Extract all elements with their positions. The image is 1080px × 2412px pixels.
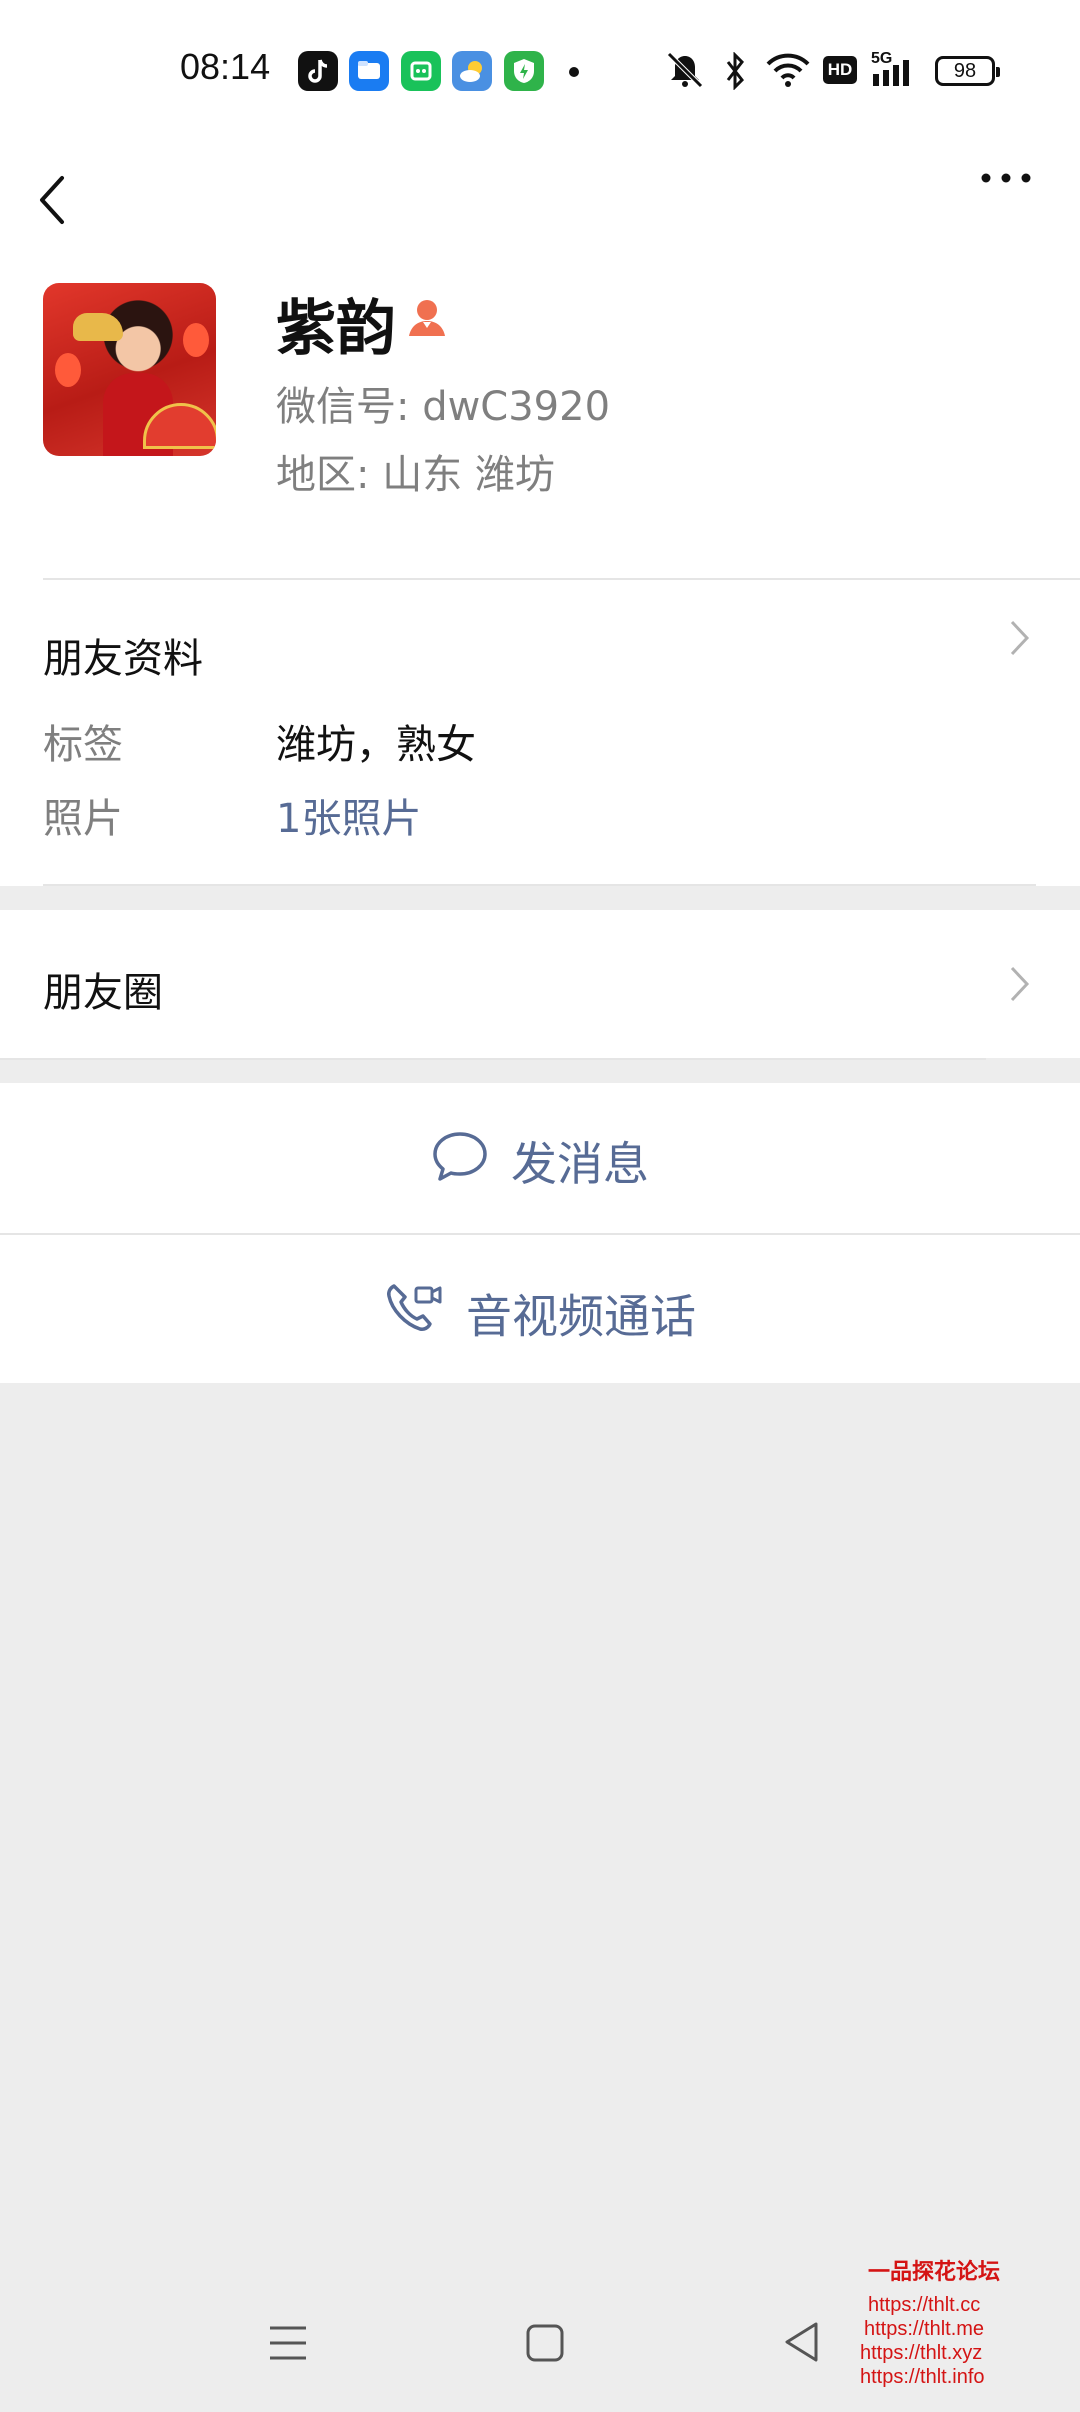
- more-options-icon[interactable]: [976, 168, 1036, 192]
- watermark-url: https://thlt.xyz: [860, 2342, 983, 2364]
- security-app-icon: [504, 51, 544, 91]
- watermark-url: https://thlt.me: [864, 2318, 985, 2340]
- bluetooth-icon: [724, 51, 748, 94]
- chevron-right-icon: [1008, 616, 1032, 664]
- chat-bubble-icon: [431, 1129, 489, 1194]
- watermark-url: https://thlt.cc: [868, 2294, 981, 2316]
- status-time: 08:14: [180, 46, 271, 87]
- profile-name: 紫韵: [276, 294, 396, 364]
- chevron-right-icon: [1008, 962, 1032, 1010]
- send-message-action[interactable]: 发消息: [0, 1128, 1080, 1194]
- back-nav-icon[interactable]: [782, 2320, 822, 2368]
- tags-label: 标签: [43, 722, 123, 768]
- photos-value[interactable]: 1张照片: [276, 786, 421, 844]
- person-badge-icon: [406, 296, 448, 342]
- wifi-icon: [765, 52, 811, 92]
- divider: [0, 1058, 986, 1060]
- top-nav-bar: [0, 140, 1080, 280]
- call-label: 音视频通话: [466, 1289, 696, 1344]
- home-icon[interactable]: [525, 2322, 565, 2368]
- notification-dot: [569, 67, 579, 77]
- friend-info-title: 朋友资料: [43, 636, 203, 682]
- menu-icon[interactable]: [268, 2322, 308, 2368]
- tags-value: 潍坊，熟女: [276, 722, 476, 768]
- photos-label: 照片: [43, 796, 123, 842]
- back-icon[interactable]: [36, 170, 72, 234]
- moments-title: 朋友圈: [43, 970, 163, 1016]
- watermark-title: 一品探花论坛: [868, 2259, 1001, 2284]
- audio-video-call-action[interactable]: 音视频通话: [0, 1280, 1080, 1347]
- avatar[interactable]: [43, 283, 216, 456]
- phone-video-icon: [384, 1280, 444, 1347]
- divider: [43, 578, 1080, 580]
- signal-icon: [871, 58, 921, 92]
- hd-badge: HD: [823, 56, 857, 84]
- divider: [43, 884, 1036, 886]
- tiktok-icon: [298, 51, 338, 91]
- wechat-id: 微信号: dwC3920: [276, 384, 611, 430]
- watermark-url: https://thlt.info: [860, 2366, 985, 2388]
- store-app-icon: [401, 51, 441, 91]
- region: 地区: 山东 潍坊: [276, 452, 555, 498]
- send-message-label: 发消息: [511, 1137, 649, 1191]
- battery-indicator: 98: [935, 56, 1000, 86]
- files-app-icon: [349, 51, 389, 91]
- mute-icon: [663, 50, 707, 94]
- status-bar: 08:14 HD 5G 98: [0, 0, 1080, 140]
- weather-app-icon: [452, 51, 492, 91]
